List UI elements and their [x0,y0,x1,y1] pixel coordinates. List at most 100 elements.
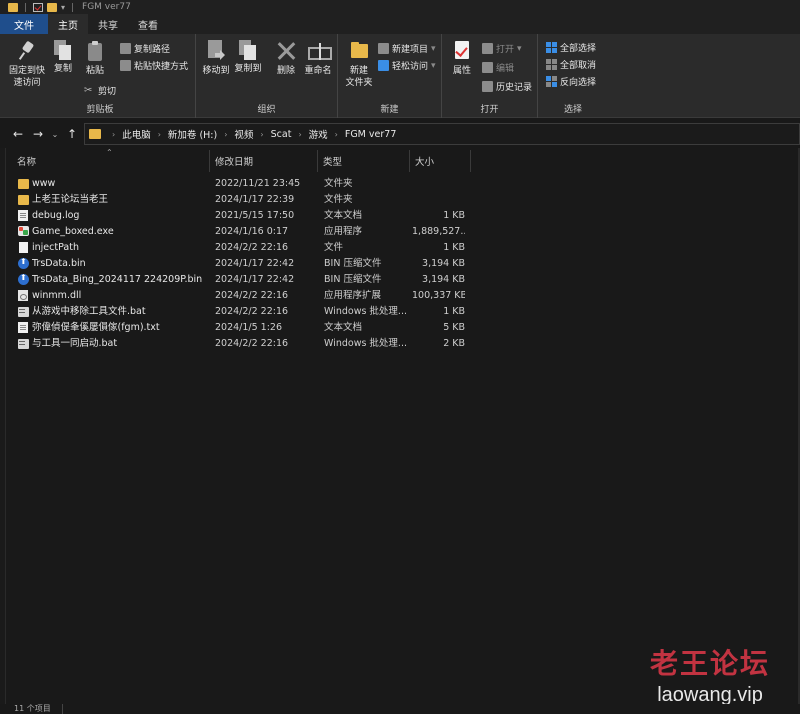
file-date: 2024/1/16 0:17 [215,226,289,237]
chevron-right-icon[interactable]: › [112,130,115,139]
table-row[interactable]: 弥偉偵偍夆傒屡傊傢(fgm).txt 2024/1/5 1:26 文本文档 5 … [0,320,800,336]
pin-icon [16,40,38,62]
column-header-size[interactable]: 大小 [410,150,471,172]
new-folder-label: 新建 文件夹 [345,66,373,88]
watermark: 老王论坛 laowang.vip [650,642,770,707]
up-arrow-icon[interactable]: ↑ [62,127,82,141]
delete-icon [275,40,297,62]
chevron-right-icon[interactable]: › [298,130,301,139]
delete-button[interactable]: 删除 [274,40,298,77]
file-name: 上老王论坛当老王 [32,194,109,205]
select-all-button[interactable]: 全部选择 [546,41,596,54]
recent-locations-chevron-icon[interactable]: ⌄ [48,130,62,139]
ribbon-tabs: 文件 主页 共享 查看 [0,14,800,34]
easy-access-button[interactable]: 轻松访问 ▾ [378,59,436,72]
file-size: 2 KB [443,338,465,349]
column-header-type[interactable]: 类型 [318,150,410,172]
invert-selection-button[interactable]: 反向选择 [546,75,596,88]
properties-quick-icon[interactable] [33,2,43,12]
paste-button[interactable]: 粘贴 [82,40,108,77]
copy-path-icon [120,43,131,54]
tab-view[interactable]: 查看 [128,14,168,34]
table-row[interactable]: TrsData_Bing_2024117 224209P.bin 2024/1/… [0,272,800,288]
new-folder-button[interactable]: 新建 文件夹 [342,40,376,89]
table-row[interactable]: 与工具一同启动.bat 2024/2/2 22:16 Windows 批处理..… [0,336,800,352]
breadcrumb-this-pc[interactable]: 此电脑 [122,127,151,141]
table-row[interactable]: debug.log 2021/5/15 17:50 文本文档 1 KB [0,208,800,224]
open-icon [482,43,493,54]
breadcrumb-scat[interactable]: Scat [271,129,292,140]
address-bar[interactable]: › 此电脑 › 新加卷 (H:) › 视频 › Scat › 游戏 › FGM … [84,123,800,145]
file-type: 文本文档 [324,322,363,333]
new-group: 新建 文件夹 新建项目 ▾ 轻松访问 ▾ 新建 [338,34,442,118]
new-folder-quick-icon[interactable] [47,2,57,12]
properties-button[interactable]: 属性 [448,40,476,77]
forward-arrow-icon[interactable]: → [28,127,48,141]
table-row[interactable]: injectPath 2024/2/2 22:16 文件 1 KB [0,240,800,256]
back-arrow-icon[interactable]: ← [8,127,28,141]
file-type: BIN 压缩文件 [324,258,382,269]
rename-icon [307,40,332,62]
table-row[interactable]: 从游戏中移除工具文件.bat 2024/2/2 22:16 Windows 批处… [0,304,800,320]
batch-file-icon [18,307,29,317]
file-list: www 2022/11/21 23:45 文件夹 上老王论坛当老王 2024/1… [0,176,800,352]
breadcrumb-drive[interactable]: 新加卷 (H:) [168,127,217,141]
new-folder-icon [348,40,370,62]
paste-shortcut-button[interactable]: 粘贴快捷方式 [120,59,188,72]
chevron-right-icon[interactable]: › [335,130,338,139]
column-header-date[interactable]: 修改日期 [210,150,318,172]
move-to-button[interactable]: 移动到 [202,40,230,77]
file-size: 3,194 KB [422,258,465,269]
history-button[interactable]: 历史记录 [482,80,532,93]
clipboard-group: 固定到快 速访问 复制 粘贴 复制路径 粘贴快捷方式 ✂ 剪切 剪贴板 [0,34,196,118]
file-name: debug.log [32,210,80,221]
breadcrumb-videos[interactable]: 视频 [234,127,253,141]
rename-button[interactable]: 重命名 [302,40,334,77]
breadcrumb-games[interactable]: 游戏 [309,127,328,141]
edit-button[interactable]: 编辑 [482,61,514,74]
file-date: 2024/2/2 22:16 [215,306,289,317]
copy-icon [54,40,72,60]
copy-button[interactable]: 复制 [50,40,76,75]
copy-path-button[interactable]: 复制路径 [120,42,170,55]
file-size: 1,889,527... [412,226,465,237]
open-button[interactable]: 打开 ▾ [482,42,522,55]
tab-home[interactable]: 主页 [48,14,88,34]
select-none-button[interactable]: 全部取消 [546,58,596,71]
table-row[interactable]: Game_boxed.exe 2024/1/16 0:17 应用程序 1,889… [0,224,800,240]
folder-icon [18,179,29,189]
file-size [412,192,465,208]
chevron-right-icon[interactable]: › [158,130,161,139]
table-row[interactable]: winmm.dll 2024/2/2 22:16 应用程序扩展 100,337 … [0,288,800,304]
copy-label: 复制 [53,64,72,74]
copy-to-button[interactable]: 复制到 [234,40,262,75]
chevron-right-icon[interactable]: › [260,130,263,139]
breadcrumb-current[interactable]: FGM ver77 [345,129,397,140]
new-item-button[interactable]: 新建项目 ▾ [378,42,436,55]
table-row[interactable]: TrsData.bin 2024/1/17 22:42 BIN 压缩文件 3,1… [0,256,800,272]
file-date: 2024/1/17 22:42 [215,274,295,285]
cut-button[interactable]: ✂ 剪切 [84,84,116,97]
column-header-name[interactable]: 名称 [12,150,210,172]
tab-file[interactable]: 文件 [0,14,48,34]
quick-access-dropdown-icon[interactable]: ▾ [61,3,65,12]
copy-to-label: 复制到 [234,64,262,74]
file-size: 5 KB [443,322,465,333]
tab-share[interactable]: 共享 [88,14,128,34]
dropdown-icon: ▾ [517,43,522,54]
divider [25,2,26,12]
table-row[interactable]: 上老王论坛当老王 2024/1/17 22:39 文件夹 [0,192,800,208]
file-date: 2024/2/2 22:16 [215,242,289,253]
file-type: 应用程序 [324,226,363,237]
file-type: Windows 批处理... [324,306,407,317]
status-bar: 11 个项目 [0,704,800,714]
select-group: 全部选择 全部取消 反向选择 选择 [538,34,608,118]
pin-to-quick-access-button[interactable]: 固定到快 速访问 [6,40,48,89]
rename-label: 重命名 [304,66,332,76]
chevron-right-icon[interactable]: › [224,130,227,139]
table-row[interactable]: www 2022/11/21 23:45 文件夹 [0,176,800,192]
copy-to-icon [239,40,257,60]
file-name: winmm.dll [32,290,82,301]
new-item-icon [378,43,389,54]
file-type: 文件夹 [324,178,353,189]
